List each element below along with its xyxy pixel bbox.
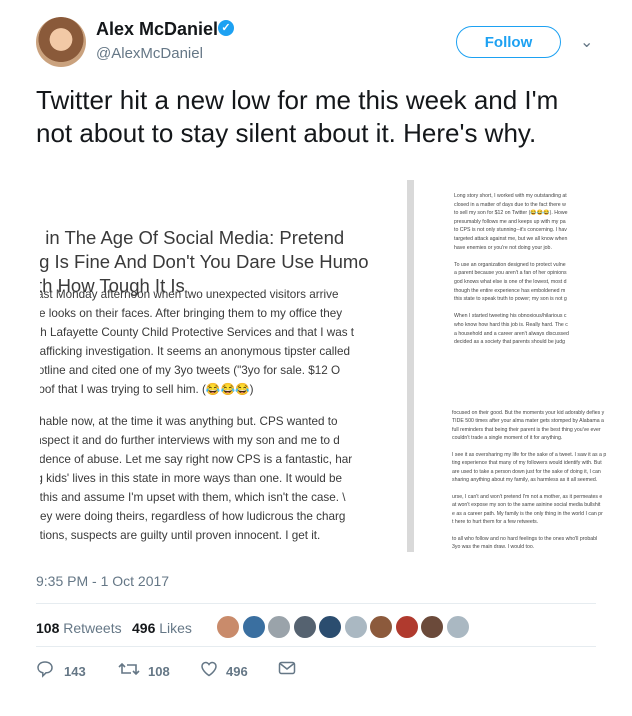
article-title-line: nting in The Age Of Social Media: Preten… xyxy=(40,227,345,248)
media-divider xyxy=(407,180,414,552)
note-line: a household and a career aren't always d… xyxy=(454,330,569,337)
note-line: 3yo was the main draw. I would too. xyxy=(452,544,535,551)
note-line: When I started tweeting his obnoxious/hi… xyxy=(454,313,567,320)
article-body-line: t work last Monday afternoon when two un… xyxy=(40,288,339,301)
liker-avatar[interactable] xyxy=(343,615,368,639)
note-line: decided as a society that parents should… xyxy=(454,339,566,346)
article-body-line: it's laughable now, at the time it was a… xyxy=(40,415,338,428)
note-line: sharing anything about my family, as har… xyxy=(452,477,598,484)
likes-label: Likes xyxy=(159,620,192,636)
retweets-count: 108 xyxy=(36,620,60,636)
article-title-line: ything Is Fine And Don't You Dare Use Hu… xyxy=(40,251,369,272)
liker-avatar[interactable] xyxy=(318,615,342,639)
article-body-line: nfortable looks on their faces. After br… xyxy=(40,307,343,320)
article-body-line: iable proof that I was trying to sell hi… xyxy=(40,383,254,396)
liker-avatar[interactable] xyxy=(445,615,470,639)
liker-avatar[interactable] xyxy=(241,615,266,639)
note-line: a parent because you aren't a fan of her… xyxy=(454,270,567,277)
note-line: who know how hard this job is. Really ha… xyxy=(454,322,568,328)
note-line: I see it as oversharing my life for the … xyxy=(452,452,607,458)
article-body-line: was evidence of abuse. Let me say right … xyxy=(40,453,353,466)
liker-avatar[interactable] xyxy=(216,615,240,639)
retweets-label: Retweets xyxy=(63,620,122,636)
direct-message-icon[interactable] xyxy=(278,660,296,681)
reply-count[interactable]: 143 xyxy=(64,664,86,679)
retweet-icon[interactable] xyxy=(118,660,140,683)
article-body-line: me to inspect it and do further intervie… xyxy=(40,434,340,447)
notes-screenshot-top: Long story short, I worked with my outst… xyxy=(454,193,632,418)
note-line: at won't expose my son to the same asini… xyxy=(452,502,601,509)
note-line: have enemies or you're not doing your jo… xyxy=(454,244,552,251)
like-count[interactable]: 496 xyxy=(226,664,248,679)
article-screenshot: nting in The Age Of Social Media: Preten… xyxy=(40,204,417,552)
tweet-timestamp[interactable]: 9:35 PM - 1 Oct 2017 xyxy=(36,573,169,589)
note-line: presumably follows me and keeps up with … xyxy=(454,218,566,225)
note-line: to all who follow and no hard feelings t… xyxy=(452,536,598,542)
note-line: ting experience that many of my follower… xyxy=(452,460,602,467)
avatar[interactable] xyxy=(36,17,86,67)
reply-icon[interactable] xyxy=(36,660,54,683)
note-line: god knows what else is one of the lowest… xyxy=(454,279,567,285)
note-line: though the entire experience has embolde… xyxy=(454,287,566,294)
note-line: To use an organization designed to prote… xyxy=(454,261,566,268)
note-line: urse, I can't and won't pretend I'm not … xyxy=(452,494,603,500)
liker-avatar[interactable] xyxy=(292,615,317,639)
note-line: to CPS is not only stunning--it's concer… xyxy=(454,227,567,234)
article-body-line: ivestigations, suspects are guilty until… xyxy=(40,529,321,542)
verified-badge-icon: ✓ xyxy=(218,20,234,36)
divider xyxy=(36,646,596,647)
tweet-text: Twitter hit a new low for me this week a… xyxy=(36,85,559,148)
note-line: t here to hurt them for a few retweets. xyxy=(452,519,539,526)
article-body-line: to read this and assume I'm upset with t… xyxy=(40,491,346,504)
note-line: TIDE 500 times after your alma mater get… xyxy=(452,418,604,425)
article-body-line: ibuse hotline and cited one of my 3yo tw… xyxy=(40,364,341,377)
notes-screenshot-bottom: focused on their good. But the moments y… xyxy=(452,410,632,560)
note-line: to sell my son for $12 on Twitter (😂😂😂).… xyxy=(454,210,568,217)
note-line: this state to speak truth to power; my s… xyxy=(454,296,567,303)
note-line: couldn't trade a single moment of it for… xyxy=(452,435,563,442)
author-handle[interactable]: @AlexMcDaniel xyxy=(96,45,203,62)
note-line: focused on their good. But the moments y… xyxy=(452,410,605,416)
author-name[interactable]: Alex McDaniel xyxy=(96,19,218,40)
chevron-down-icon[interactable]: ⌄ xyxy=(580,32,593,52)
divider xyxy=(36,603,596,604)
article-body-line: y saving kids' lives in this state in mo… xyxy=(40,472,342,485)
heart-icon[interactable] xyxy=(200,660,218,683)
retweet-count[interactable]: 108 xyxy=(148,664,170,679)
note-line: e as a career path. My family is the onl… xyxy=(452,510,603,517)
note-line: are used to take a person down just for … xyxy=(452,468,601,475)
note-line: closed in a matter of days due to the fa… xyxy=(454,201,566,208)
liker-avatar[interactable] xyxy=(420,615,444,639)
liker-avatar[interactable] xyxy=(267,615,291,639)
note-line: targeted attack against me, but we all k… xyxy=(454,236,568,242)
article-body-line: vere with Lafayette County Child Protect… xyxy=(40,326,355,339)
follow-button[interactable]: Follow xyxy=(456,26,561,58)
liker-avatar[interactable] xyxy=(369,615,393,639)
note-line: Long story short, I worked with my outst… xyxy=(454,193,567,199)
article-body-line: › do. They were doing theirs, regardless… xyxy=(40,510,346,523)
likes-stat[interactable]: 496 Likes xyxy=(132,620,192,636)
likes-count: 496 xyxy=(132,620,156,636)
note-line: full reminders that being their parent i… xyxy=(452,426,601,433)
liker-avatar[interactable] xyxy=(394,615,419,639)
article-body-line: uman trafficking investigation. It seems… xyxy=(40,345,350,358)
retweets-stat[interactable]: 108 Retweets xyxy=(36,620,122,636)
